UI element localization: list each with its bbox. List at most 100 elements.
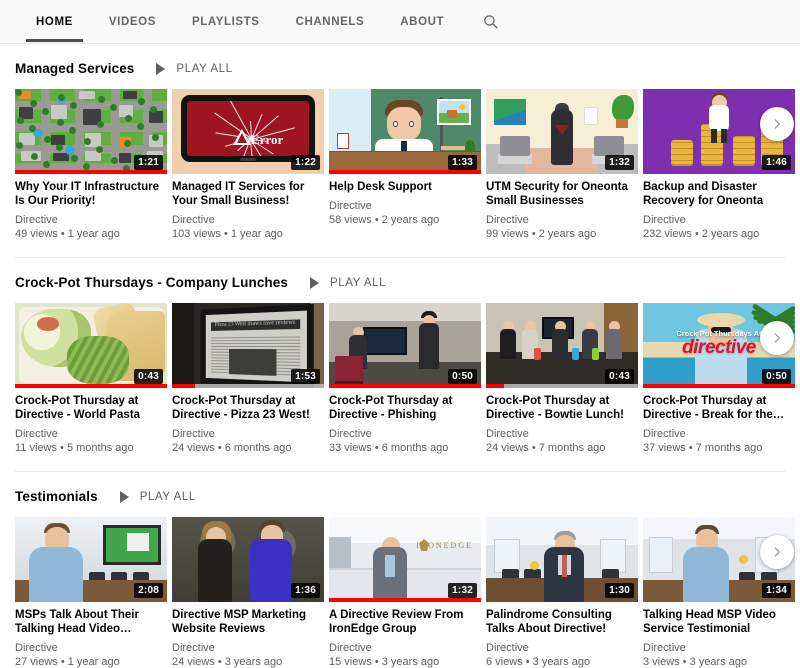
video-title[interactable]: A Directive Review From IronEdge Group [329,608,475,636]
video-stats: 232 views • 2 years ago [643,228,760,240]
tab-playlists[interactable]: PLAYLISTS [174,0,278,44]
video-title[interactable]: Crock-Pot Thursday at Directive - World … [15,394,161,422]
video-channel-name[interactable]: Directive [329,199,475,213]
video-stats: 15 views • 3 years ago [329,656,440,668]
video-duration: 0:50 [448,369,477,384]
watch-progress-fill [486,384,505,388]
tab-about-label: ABOUT [400,15,445,28]
video-channel-name[interactable]: Directive [329,641,475,655]
video-title[interactable]: Crock-Pot Thursday at Directive - Pizza … [172,394,318,422]
video-duration: 0:43 [134,369,163,384]
video-stats: 6 views • 3 years ago [486,656,591,668]
shelf-title: Managed Services [15,61,135,76]
watch-progress-track [329,170,481,174]
tab-home-label: HOME [36,15,73,28]
video-duration: 1:53 [291,369,320,384]
video-thumbnail[interactable]: 1:21 [15,89,167,174]
tab-videos[interactable]: VIDEOS [91,0,174,44]
video-card[interactable]: 1:30 Palindrome Consulting Talks About D… [486,517,638,668]
video-card[interactable]: 0:50 Crock-Pot Thursday at Directive - P… [329,303,481,455]
video-title[interactable]: UTM Security for Oneonta Small Businesse… [486,180,632,208]
video-card[interactable]: 0:43 Crock-Pot Thursday at Directive - W… [15,303,167,455]
tab-channels[interactable]: CHANNELS [278,0,383,44]
video-thumbnail[interactable]: 0:50 [329,303,481,388]
tab-home[interactable]: HOME [18,0,91,44]
video-title[interactable]: Backup and Disaster Recovery for Oneonta… [643,180,789,208]
video-channel-name[interactable]: Directive [643,213,789,227]
video-thumbnail[interactable]: IRONEDGE 1:32 [329,517,481,602]
video-title[interactable]: Help Desk Support [329,180,475,194]
video-title[interactable]: Crock-Pot Thursday at Directive - Break … [643,394,789,422]
video-thumbnail[interactable]: Pizza 23 West draws rave reviews 1:53 [172,303,324,388]
tab-about[interactable]: ABOUT [382,0,462,44]
play-all-button[interactable]: PLAY ALL [119,490,196,503]
video-thumbnail[interactable]: Error 1:22 [172,89,324,174]
video-duration: 1:21 [134,155,163,170]
video-stats: 49 views • 1 year ago [15,228,120,240]
video-card[interactable]: 1:36 Directive MSP Marketing Website Rev… [172,517,324,668]
video-row: 1:21 Why Your IT Infrastructure Is Our P… [0,89,800,241]
video-thumbnail[interactable]: 1:33 [329,89,481,174]
scroll-next-button[interactable] [760,106,794,141]
video-channel-name[interactable]: Directive [172,213,318,227]
video-duration: 1:30 [605,583,634,598]
video-thumbnail[interactable]: 2:08 [15,517,167,602]
video-title[interactable]: Palindrome Consulting Talks About Direct… [486,608,632,636]
video-card[interactable]: Error 1:22 Managed IT Services for Your … [172,89,324,241]
video-title[interactable]: Talking Head MSP Video Service Testimoni… [643,608,789,636]
search-button[interactable] [462,0,519,44]
search-icon [484,15,498,29]
video-title[interactable]: Crock-Pot Thursday at Directive - Bowtie… [486,394,632,422]
video-title[interactable]: Directive MSP Marketing Website Reviews … [172,608,318,636]
play-all-button[interactable]: PLAY ALL [310,276,386,289]
video-channel-name[interactable]: Directive [486,641,632,655]
video-channel-name[interactable]: Directive [486,427,632,441]
video-thumbnail[interactable]: 1:36 [172,517,324,602]
watch-progress-track [643,384,795,388]
tab-videos-label: VIDEOS [108,15,156,28]
tab-channels-label: CHANNELS [295,15,365,28]
watch-progress-track [15,170,167,174]
scroll-next-button[interactable] [760,534,794,569]
video-thumbnail[interactable]: 1:32 [486,89,638,174]
video-title[interactable]: Managed IT Services for Your Small Busin… [172,180,318,208]
video-thumbnail[interactable]: 1:30 [486,517,638,602]
video-duration: 1:36 [291,583,320,598]
play-icon [310,276,319,289]
video-card[interactable]: IRONEDGE 1:32 A Directive Review From Ir… [329,517,481,668]
video-card[interactable]: 1:33 Help Desk Support Directive 58 view… [329,89,481,241]
video-duration: 1:22 [291,155,320,170]
video-duration: 1:32 [448,583,477,598]
video-meta: Why Your IT Infrastructure Is Our Priori… [15,174,167,241]
video-meta: MSPs Talk About Their Talking Head Video… [15,602,167,668]
video-title[interactable]: Why Your IT Infrastructure Is Our Priori… [15,180,161,208]
video-channel-name[interactable]: Directive [15,641,161,655]
video-channel-name[interactable]: Directive [643,427,789,441]
watch-progress-track [172,384,324,388]
video-card[interactable]: 1:21 Why Your IT Infrastructure Is Our P… [15,89,167,241]
video-channel-name[interactable]: Directive [15,213,161,227]
video-channel-name[interactable]: Directive [15,427,161,441]
watch-progress-fill [172,384,195,388]
scroll-next-button[interactable] [760,320,794,355]
video-card[interactable]: 2:08 MSPs Talk About Their Talking Head … [15,517,167,668]
video-row: 2:08 MSPs Talk About Their Talking Head … [0,517,800,668]
video-thumbnail[interactable]: 0:43 [486,303,638,388]
video-channel-name[interactable]: Directive [486,213,632,227]
video-title[interactable]: MSPs Talk About Their Talking Head Video… [15,608,161,636]
video-channel-name[interactable]: Directive [329,427,475,441]
video-card[interactable]: Pizza 23 West draws rave reviews 1:53 Cr… [172,303,324,455]
video-thumbnail[interactable]: 0:43 [15,303,167,388]
video-card[interactable]: 0:43 Crock-Pot Thursday at Directive - B… [486,303,638,455]
video-card[interactable]: 1:32 UTM Security for Oneonta Small Busi… [486,89,638,241]
video-channel-name[interactable]: Directive [643,641,789,655]
shelf-container: Managed Services PLAY ALL 1:21 Why Your … [0,44,800,668]
video-title[interactable]: Crock-Pot Thursday at Directive - Phishi… [329,394,475,422]
video-channel-name[interactable]: Directive [172,641,318,655]
video-stats: 24 views • 7 months ago [486,442,606,454]
shelf-0: Managed Services PLAY ALL 1:21 Why Your … [0,44,800,258]
play-all-button[interactable]: PLAY ALL [156,62,232,75]
video-meta: Crock-Pot Thursday at Directive - Phishi… [329,388,481,455]
video-channel-name[interactable]: Directive [172,427,318,441]
watch-progress-fill [15,170,167,174]
